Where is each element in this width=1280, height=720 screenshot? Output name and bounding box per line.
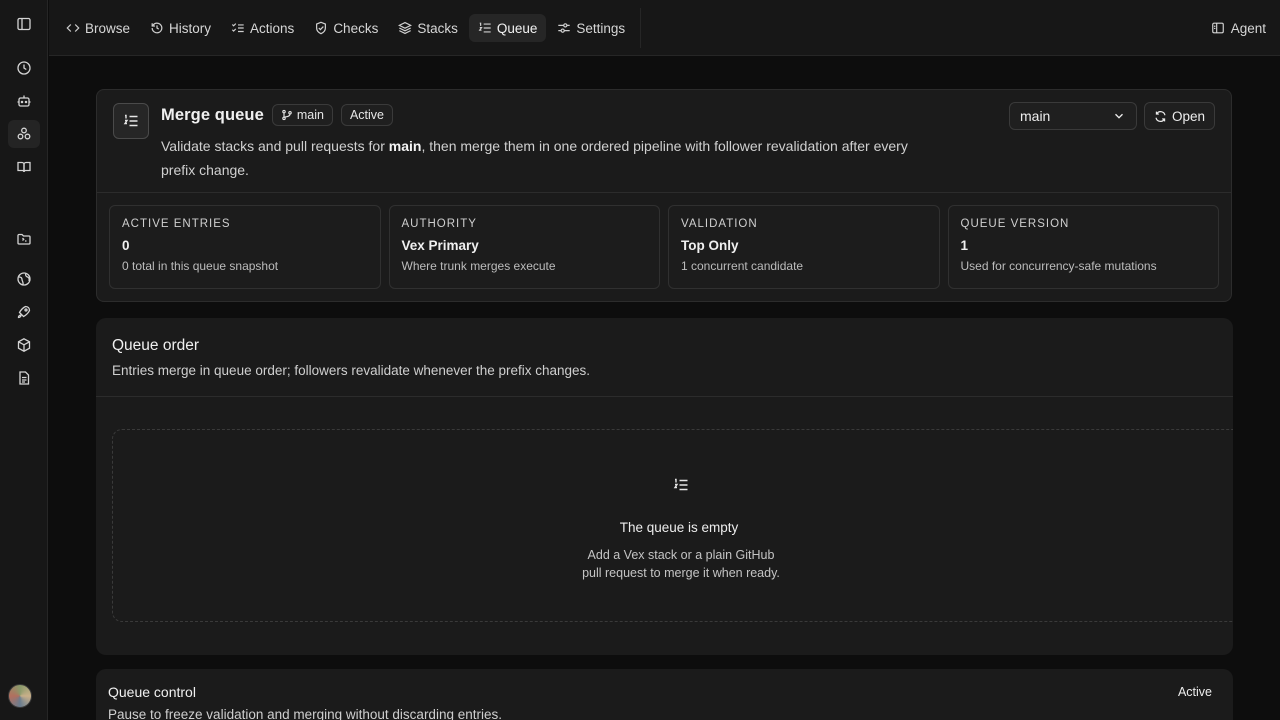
top-bar: Browse History Actions Checks Stacks Que… — [49, 0, 1280, 56]
page-description: Validate stacks and pull requests for ma… — [161, 134, 921, 182]
merge-queue-header: Merge queue main Active Validate stacks … — [96, 89, 1232, 302]
panel-right-icon — [1211, 21, 1225, 35]
agent-label: Agent — [1230, 20, 1266, 36]
status-badge: Active — [340, 104, 394, 126]
avatar[interactable] — [8, 684, 32, 708]
page-title: Merge queue — [161, 105, 264, 124]
stat-sub: Used for concurrency-safe mutations — [960, 259, 1157, 273]
stat-label: VALIDATION — [681, 218, 758, 230]
workflow-icon[interactable] — [8, 120, 40, 148]
stat-value: 0 — [122, 238, 130, 253]
stat-sub: 1 concurrent candidate — [681, 259, 804, 273]
stat-validation: VALIDATION Top Only 1 concurrent candida… — [668, 205, 940, 289]
empty-state: The queue is empty Add a Vex stack or a … — [112, 429, 1233, 622]
nav-tabs: Browse History Actions Checks Stacks Que… — [57, 8, 642, 48]
queue-order-card: Queue order Entries merge in queue order… — [96, 318, 1233, 655]
branch-select-value: main — [1020, 108, 1051, 124]
globe-icon[interactable] — [8, 265, 40, 293]
stats-grid: ACTIVE ENTRIES 0 0 total in this queue s… — [109, 205, 1219, 289]
description-text: Validate stacks and pull requests for — [161, 138, 389, 154]
branch-select[interactable]: main — [1009, 102, 1137, 130]
package-icon[interactable] — [8, 331, 40, 359]
tab-settings[interactable]: Settings — [548, 14, 634, 42]
stat-value: 1 — [960, 238, 969, 253]
open-label: Open — [1171, 108, 1205, 124]
layers-icon — [398, 21, 413, 35]
list-ordered-icon — [478, 21, 492, 35]
empty-state-description: Add a Vex stack or a plain GitHub pull r… — [582, 548, 780, 580]
list-ordered-icon — [673, 477, 689, 493]
stat-sub: Where trunk merges execute — [401, 259, 556, 273]
stat-queue-version: QUEUE VERSION 1 Used for concurrency-saf… — [947, 205, 1219, 289]
stat-sub: 0 total in this queue snapshot — [122, 259, 279, 273]
chevron-down-icon — [1112, 109, 1126, 123]
branch-badge: main — [271, 104, 333, 126]
description-branch: main — [388, 138, 422, 154]
tab-label: Settings — [576, 20, 626, 36]
title-row: Merge queue main Active — [161, 104, 394, 126]
tab-label: Actions — [250, 20, 295, 36]
list-ordered-icon — [113, 103, 149, 139]
section-subtitle: Pause to freeze validation and merging w… — [108, 707, 502, 720]
tab-browse[interactable]: Browse — [57, 14, 139, 42]
rocket-icon[interactable] — [8, 298, 40, 326]
file-text-icon[interactable] — [8, 364, 40, 392]
left-rail — [0, 0, 48, 720]
clock-icon[interactable] — [8, 54, 40, 82]
status-badge: Active — [1177, 685, 1212, 699]
stat-label: QUEUE VERSION — [960, 218, 1070, 230]
stat-active-entries: ACTIVE ENTRIES 0 0 total in this queue s… — [109, 205, 381, 289]
empty-state-title: The queue is empty — [619, 520, 739, 535]
git-branch-icon — [281, 109, 293, 121]
tab-label: Stacks — [417, 20, 458, 36]
tab-label: Browse — [85, 20, 131, 36]
divider — [97, 192, 1231, 193]
list-checks-icon — [231, 21, 245, 35]
book-icon[interactable] — [8, 153, 40, 181]
section-subtitle: Entries merge in queue order; followers … — [112, 363, 591, 378]
tab-actions[interactable]: Actions — [222, 14, 303, 42]
tab-history[interactable]: History — [141, 14, 220, 42]
tab-label: History — [169, 20, 212, 36]
sliders-icon — [557, 21, 571, 35]
stat-label: AUTHORITY — [401, 218, 477, 230]
tab-label: Queue — [496, 20, 538, 36]
history-icon — [150, 21, 164, 35]
tab-queue[interactable]: Queue — [468, 14, 547, 42]
section-title: Queue order — [112, 337, 200, 354]
divider — [96, 396, 1233, 397]
stat-value: Top Only — [681, 238, 739, 253]
tab-checks[interactable]: Checks — [305, 14, 387, 42]
tab-stacks[interactable]: Stacks — [389, 14, 467, 42]
section-title: Queue control — [108, 684, 196, 700]
refresh-icon — [1154, 110, 1167, 123]
sidebar-toggle-icon[interactable] — [8, 10, 40, 38]
bot-icon[interactable] — [8, 87, 40, 115]
stat-label: ACTIVE ENTRIES — [122, 218, 231, 230]
folder-icon[interactable] — [8, 225, 40, 253]
open-button[interactable]: Open — [1143, 102, 1215, 130]
stat-authority: AUTHORITY Vex Primary Where trunk merges… — [388, 205, 660, 289]
agent-button[interactable]: Agent — [1211, 14, 1266, 42]
queue-control-card: Queue control Pause to freeze validation… — [96, 669, 1233, 720]
stat-value: Vex Primary — [401, 238, 479, 253]
shield-check-icon — [314, 21, 328, 35]
code-icon — [66, 21, 80, 35]
branch-label: main — [296, 108, 324, 122]
tab-label: Checks — [333, 20, 379, 36]
